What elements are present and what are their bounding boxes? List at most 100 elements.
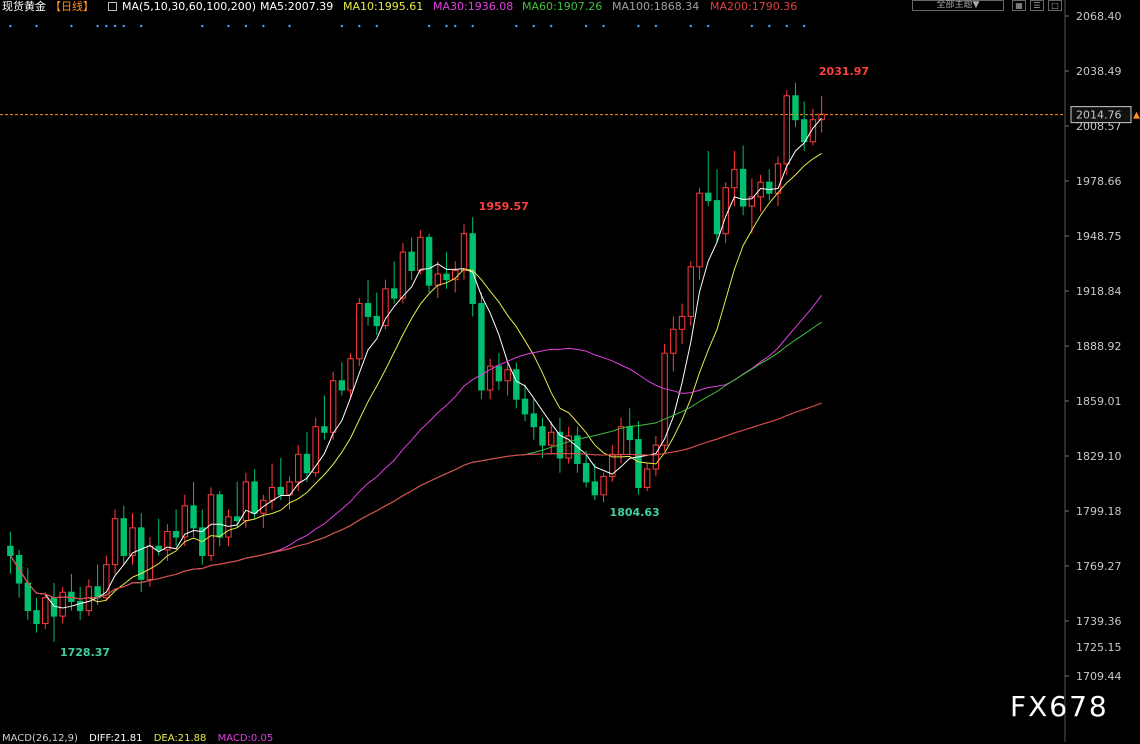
candle-body xyxy=(425,236,433,286)
candle-body xyxy=(233,516,241,522)
ma-value-2: MA30:1936.08 xyxy=(433,0,514,13)
extreme-label-high: 2031.97 xyxy=(819,65,869,78)
candle-body xyxy=(347,358,354,391)
ma-value-3: MA60:1907.26 xyxy=(522,0,603,13)
signal-dot xyxy=(244,24,248,28)
candle-body xyxy=(242,481,250,522)
signal-dot xyxy=(550,24,553,28)
candle-body xyxy=(303,453,311,474)
signal-dot xyxy=(35,24,38,28)
candle-body xyxy=(687,266,694,317)
signal-dot xyxy=(515,24,518,28)
candle-body xyxy=(521,398,529,415)
candle-body xyxy=(24,582,32,612)
signal-dot xyxy=(427,24,431,28)
candle-body xyxy=(792,95,799,121)
candle-body xyxy=(766,181,773,194)
signal-dot xyxy=(70,24,73,28)
candlestick-chart: 2068.402038.492008.571978.661948.751918.… xyxy=(0,0,1140,742)
grid-icon[interactable]: ▦ xyxy=(1012,0,1026,11)
extreme-label-low: 1804.63 xyxy=(610,506,660,519)
y-tick-label: 1709.44 xyxy=(1076,670,1122,683)
candle-body xyxy=(513,369,520,400)
candle-body xyxy=(722,187,729,235)
candle-body xyxy=(338,380,346,391)
candle-body xyxy=(216,494,223,538)
candle-body xyxy=(329,380,337,433)
candle-body xyxy=(643,468,651,488)
signal-dot xyxy=(9,24,12,28)
signal-dot xyxy=(584,24,588,28)
y-tick-label: 2038.49 xyxy=(1076,65,1122,78)
macd-diff: DIFF:21.81 xyxy=(89,733,143,744)
ma-params: MA(5,10,30,60,100,200) xyxy=(122,0,257,13)
candle-body xyxy=(696,192,703,268)
candle-body xyxy=(670,328,677,354)
ma-line-ma200 xyxy=(9,402,822,600)
signal-dot xyxy=(358,24,361,28)
candle-body xyxy=(783,95,790,165)
extreme-label-high: 1959.57 xyxy=(479,200,529,213)
candle-body xyxy=(155,545,162,551)
list-icon[interactable]: ☰ xyxy=(1030,0,1044,11)
candle-body xyxy=(739,168,747,207)
signal-dot xyxy=(750,24,754,28)
candle-body xyxy=(190,505,197,529)
signal-dot xyxy=(227,24,230,28)
candle-body xyxy=(399,251,407,299)
candle-body xyxy=(731,168,738,189)
candle-body xyxy=(678,315,686,330)
ma-value-4: MA100:1868.34 xyxy=(612,0,700,13)
macd-value: MACD:0.05 xyxy=(217,733,274,744)
candle-body xyxy=(7,545,14,556)
ma-value-5: MA200:1790.36 xyxy=(710,0,798,13)
candle-body xyxy=(539,426,546,446)
y-tick-label: 1978.66 xyxy=(1076,175,1122,188)
period-label[interactable]: 【日线】 xyxy=(50,0,94,13)
y-tick-label: 1829.10 xyxy=(1076,450,1122,463)
signal-dot xyxy=(375,24,378,28)
current-price-label: 2014.76 xyxy=(1076,109,1122,122)
candle-body xyxy=(443,273,450,281)
candle-body xyxy=(364,303,372,317)
signal-dot xyxy=(122,24,125,28)
candle-body xyxy=(478,303,485,391)
signal-dot xyxy=(785,24,788,28)
signal-dot xyxy=(105,24,108,28)
candle-body xyxy=(251,481,258,514)
signal-dot xyxy=(637,24,640,28)
candle-body xyxy=(120,518,127,556)
watermark-logo: FX678 xyxy=(1010,690,1109,723)
candle-body xyxy=(68,591,75,602)
y-tick-label: 1769.27 xyxy=(1076,560,1122,573)
ma-line-ma100 xyxy=(9,402,822,600)
signal-dot xyxy=(140,24,143,28)
y-tick-label: 1888.92 xyxy=(1076,340,1122,353)
candle-body xyxy=(207,494,215,556)
signal-dot xyxy=(262,24,265,28)
macd-label: MACD(26,12,9) xyxy=(2,733,78,744)
candle-body xyxy=(129,527,136,556)
candle-body xyxy=(460,233,468,271)
signal-dot xyxy=(454,24,457,28)
candle-body xyxy=(146,545,154,580)
instrument-name: 现货黄金 xyxy=(2,0,46,13)
maximize-icon[interactable]: □ xyxy=(1048,0,1062,11)
signal-dot xyxy=(532,24,535,28)
signal-dot xyxy=(602,24,605,28)
candle-body xyxy=(111,518,119,566)
y-tick-label: 1739.36 xyxy=(1076,615,1122,628)
signal-dot xyxy=(471,24,474,28)
candle-body xyxy=(757,181,764,198)
extreme-label-low: 1728.37 xyxy=(60,646,110,659)
candle-body xyxy=(705,192,712,202)
macd-indicator: MACD(26,12,9) DIFF:21.81 DEA:21.88 MACD:… xyxy=(2,733,281,744)
candle-body xyxy=(59,591,66,617)
candle-body xyxy=(408,251,415,271)
indicator-settings-icon[interactable] xyxy=(108,2,117,11)
theme-select[interactable]: 全部主题▼ xyxy=(912,0,1004,11)
candle-body xyxy=(417,236,424,271)
signal-dot xyxy=(445,24,448,28)
candle-body xyxy=(225,516,232,538)
candle-body xyxy=(42,597,49,624)
